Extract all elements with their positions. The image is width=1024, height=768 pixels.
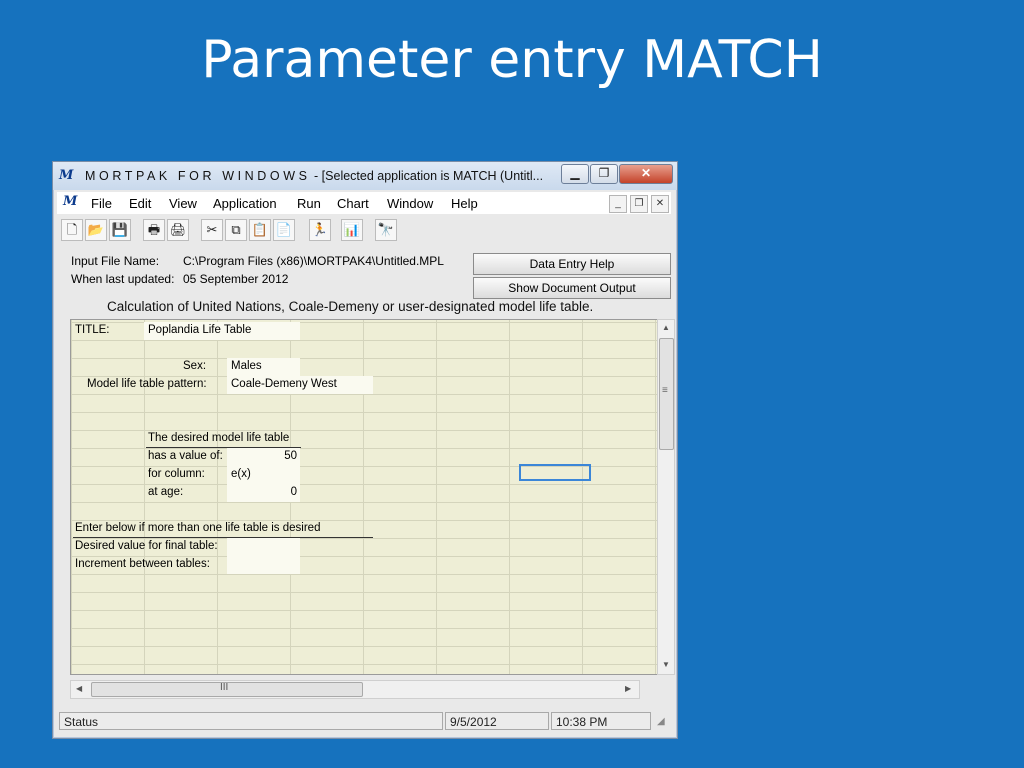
column-value[interactable]: e(x) xyxy=(231,466,251,483)
menu-view[interactable]: View xyxy=(169,196,197,211)
menu-file[interactable]: File xyxy=(91,196,112,211)
column-label: for column: xyxy=(148,468,205,480)
open-folder-icon[interactable]: 📂 xyxy=(85,219,107,241)
mdi-close-button[interactable]: ✕ xyxy=(651,195,669,213)
close-button[interactable]: ✕ xyxy=(619,164,673,184)
input-file-value: C:\Program Files (x86)\MORTPAK4\Untitled… xyxy=(183,254,444,268)
multi-table-header: Enter below if more than one life table … xyxy=(75,522,321,534)
status-time: 10:38 PM xyxy=(551,712,651,730)
data-entry-help-button[interactable]: Data Entry Help xyxy=(473,253,671,275)
vscroll-grip-icon: ≡ xyxy=(662,385,668,396)
run-icon[interactable]: 🏃 xyxy=(309,219,331,241)
scroll-left-icon[interactable]: ◀ xyxy=(76,684,82,693)
sex-value[interactable]: Males xyxy=(231,358,262,375)
status-date: 9/5/2012 xyxy=(445,712,549,730)
title-value[interactable]: Poplandia Life Table xyxy=(148,322,251,339)
last-updated-value: 05 September 2012 xyxy=(183,272,289,286)
chart-icon[interactable]: 📊 xyxy=(341,219,363,241)
window-title: MORTPAK FOR WINDOWS - [Selected applicat… xyxy=(85,169,543,183)
mortpak-window: M MORTPAK FOR WINDOWS - [Selected applic… xyxy=(52,161,678,739)
paste-icon[interactable]: 📋 xyxy=(249,219,271,241)
save-icon[interactable]: 💾 xyxy=(109,219,131,241)
last-updated-label: When last updated: xyxy=(71,272,175,286)
slide-title: Parameter entry MATCH xyxy=(201,30,823,90)
window-brand: MORTPAK FOR WINDOWS xyxy=(85,169,311,183)
age-value[interactable]: 0 xyxy=(227,484,297,501)
age-label: at age: xyxy=(148,486,184,498)
menu-help[interactable]: Help xyxy=(451,196,478,211)
scroll-down-icon[interactable]: ▼ xyxy=(662,660,670,669)
toolbar: 🗋 📂 💾 🖶 🖨 ✂ ⧉ 📋 📄 🏃 📊 🔭 xyxy=(57,217,671,243)
status-bar: Status 9/5/2012 10:38 PM ◢ xyxy=(57,712,671,732)
menu-edit[interactable]: Edit xyxy=(129,196,151,211)
value-value[interactable]: 50 xyxy=(227,448,297,465)
copy-icon[interactable]: ⧉ xyxy=(225,219,247,241)
input-file-label: Input File Name: xyxy=(71,254,160,268)
multi-table-cells[interactable] xyxy=(227,538,300,574)
document-icon[interactable]: M xyxy=(63,194,83,210)
vertical-scrollbar[interactable]: ▲ ≡ ▼ xyxy=(657,319,675,675)
print-preview-icon[interactable]: 🖨 xyxy=(167,219,189,241)
mortpak-app-icon: M xyxy=(59,168,74,183)
window-title-suffix: - [Selected application is MATCH (Untitl… xyxy=(310,169,544,183)
scroll-right-icon[interactable]: ▶ xyxy=(625,684,631,693)
menu-bar: M File Edit View Application Run Chart W… xyxy=(57,192,671,214)
menu-application[interactable]: Application xyxy=(213,196,277,211)
pattern-value[interactable]: Coale-Demeny West xyxy=(231,376,337,393)
vertical-scroll-thumb[interactable]: ≡ xyxy=(659,338,674,450)
increment-label: Increment between tables: xyxy=(75,558,210,570)
final-value-label: Desired value for final table: xyxy=(75,540,218,552)
parameter-sheet[interactable]: TITLE: Poplandia Life Table Sex: Males M… xyxy=(70,319,659,675)
menu-chart[interactable]: Chart xyxy=(337,196,369,211)
menu-run[interactable]: Run xyxy=(297,196,321,211)
title-bar[interactable]: M MORTPAK FOR WINDOWS - [Selected applic… xyxy=(53,162,677,190)
minimize-button[interactable]: ▁ xyxy=(561,164,589,184)
selected-cell[interactable] xyxy=(519,464,591,481)
resize-grip-icon[interactable]: ◢ xyxy=(657,716,665,727)
hscroll-grip-icon: III xyxy=(220,682,229,693)
maximize-button[interactable]: ❐ xyxy=(590,164,618,184)
mdi-minimize-button[interactable]: _ xyxy=(609,195,627,213)
value-label: has a value of: xyxy=(148,450,223,462)
scroll-up-icon[interactable]: ▲ xyxy=(662,323,670,332)
pattern-label: Model life table pattern: xyxy=(87,378,207,390)
mdi-restore-button[interactable]: ❐ xyxy=(630,195,648,213)
calculation-description: Calculation of United Nations, Coale-Dem… xyxy=(107,299,594,314)
horizontal-scrollbar[interactable]: ◀ III ▶ xyxy=(70,680,640,699)
print-icon[interactable]: 🖶 xyxy=(143,219,165,241)
sex-label: Sex: xyxy=(183,360,207,372)
clipboard-icon[interactable]: 📄 xyxy=(273,219,295,241)
new-icon[interactable]: 🗋 xyxy=(61,219,83,241)
status-text: Status xyxy=(59,712,443,730)
cut-icon[interactable]: ✂ xyxy=(201,219,223,241)
show-document-output-button[interactable]: Show Document Output xyxy=(473,277,671,299)
horizontal-scroll-thumb[interactable]: III xyxy=(91,682,363,697)
find-icon[interactable]: 🔭 xyxy=(375,219,397,241)
title-label: TITLE: xyxy=(75,324,110,336)
menu-window[interactable]: Window xyxy=(387,196,433,211)
desired-header: The desired model life table xyxy=(148,432,290,444)
